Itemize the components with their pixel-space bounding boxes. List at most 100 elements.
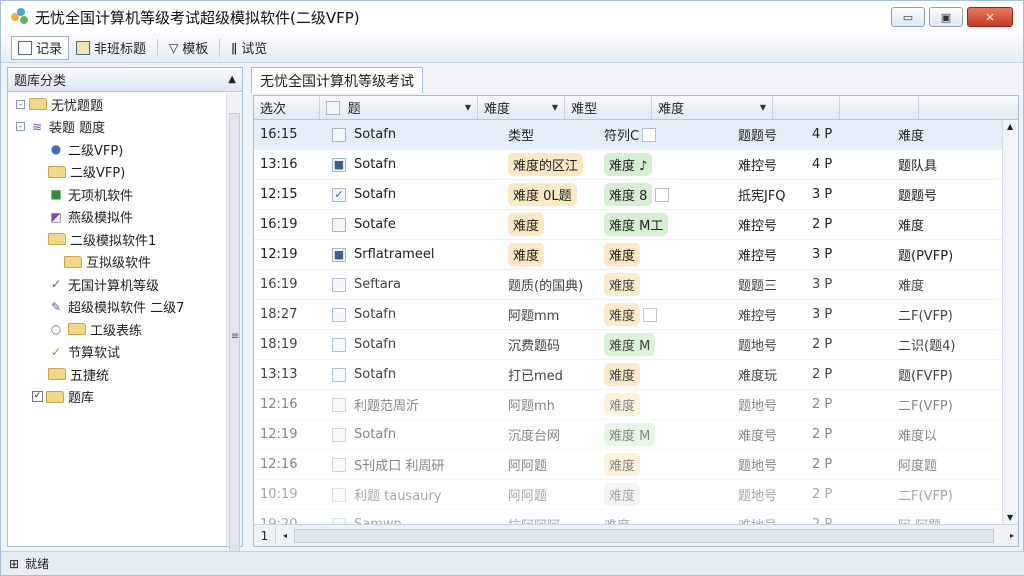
column-header[interactable]: 难度 ▼ — [652, 96, 774, 119]
row-checkbox[interactable] — [332, 127, 346, 142]
row-checkbox[interactable] — [332, 337, 346, 352]
table-cell: 13:16 — [254, 150, 326, 179]
node-icon: ● — [50, 142, 62, 157]
tree-item-label: 超级模拟软件 二级7 — [68, 301, 185, 317]
table-cell: 难度 — [502, 240, 598, 269]
table-cell: Sotafn — [326, 330, 502, 359]
cell-text: 18:27 — [260, 307, 298, 322]
tree-item[interactable]: ○ 工级表练 — [8, 318, 228, 341]
table-row[interactable]: 12:19 ■ Srflatrameel 难度 难度 难控号 3 P 题(PVFP) — [254, 240, 1018, 270]
column-header[interactable] — [773, 96, 841, 119]
table-row[interactable]: 10:19 利题 tausaury 阿阿题 难度 题地号 2 P 二F(VFP) — [254, 480, 1018, 510]
table-cell: Sotafn — [326, 360, 502, 389]
tree-item[interactable]: ✓ 题库 — [8, 386, 228, 409]
table-row[interactable]: 12:19 Sotafn 沉度台网 难度 M 难度号 2 P 难度以 — [254, 420, 1018, 450]
tree-item[interactable]: 二级VFP) — [8, 161, 228, 184]
tab-exam[interactable]: 无忧全国计算机等级考试 — [251, 67, 423, 93]
table-cell: 难度 — [598, 480, 732, 509]
folder-icon — [48, 368, 66, 381]
row-checkbox[interactable]: ✓ — [332, 187, 346, 202]
tree-item[interactable]: ● 二级VFP) — [8, 138, 228, 161]
cell-text: 4 P — [812, 127, 833, 142]
table-row[interactable]: 16:19 Sotafe 难度 难度 M工 难控号 2 P 难度 — [254, 210, 1018, 240]
tree-item[interactable]: - 无忧题题 — [8, 93, 228, 116]
tree-checkbox[interactable]: ✓ — [32, 391, 43, 403]
table-cell: ✓ Sotafn — [326, 180, 502, 209]
row-checkbox[interactable] — [332, 217, 346, 232]
column-header[interactable]: 难度 ▼ — [478, 96, 566, 119]
table-cell: 难控号 — [732, 240, 806, 269]
grid-hscrollbar[interactable]: 1 ◂ ▸ — [254, 524, 1018, 546]
preview-label: 试览 — [241, 42, 268, 57]
cell-text: 2 P — [812, 427, 833, 442]
cell-text: 难度 — [604, 483, 641, 506]
close-button[interactable]: ✕ — [967, 7, 1013, 27]
table-row[interactable]: 12:16 S刊成口 利周研 阿阿题 难度 题地号 2 P 阿度题 — [254, 450, 1018, 480]
toolbar-divider — [157, 38, 159, 57]
row-checkbox[interactable]: ■ — [332, 157, 346, 172]
maximize-button[interactable]: ▣ — [929, 7, 963, 27]
row-checkbox[interactable] — [332, 487, 346, 502]
tree-item[interactable]: ✓ 无国计算机等级 — [8, 273, 228, 296]
tree-scrollbar[interactable]: ≡ — [226, 93, 242, 553]
scroll-down-icon[interactable]: ▼ — [1007, 513, 1013, 522]
scroll-right-icon[interactable]: ▸ — [1010, 531, 1014, 540]
cell-text: 题题号 — [898, 189, 938, 204]
column-header[interactable]: 选次 — [254, 96, 320, 119]
option-icon[interactable] — [642, 127, 657, 142]
tree-item[interactable]: ◩ 燕级模拟件 — [8, 206, 228, 229]
table-row[interactable]: 12:16 利题范周沂 阿题mh 难度 题地号 2 P 二F(VFP) — [254, 390, 1018, 420]
minimize-button[interactable]: ▭ — [891, 7, 925, 27]
row-checkbox[interactable]: ■ — [332, 247, 346, 262]
template-button[interactable]: ▽ 模板 — [162, 36, 215, 60]
row-checkbox[interactable] — [332, 457, 346, 472]
table-row[interactable]: 16:15 Sotafn 类型 符列C 题题号 4 P 难度 — [254, 120, 1018, 150]
cell-text: 难控号 — [738, 309, 778, 324]
row-checkbox[interactable] — [332, 427, 346, 442]
cell-text: 题题三 — [738, 279, 778, 294]
row-checkbox[interactable] — [332, 397, 346, 412]
option-icon[interactable] — [655, 187, 670, 202]
tree-item[interactable]: ✎ 超级模拟软件 二级7 — [8, 296, 228, 319]
expand-toggle-icon[interactable]: - — [16, 122, 25, 132]
app-logo-icon — [11, 8, 29, 26]
column-header[interactable]: 题 ▼ — [320, 96, 479, 119]
title-button[interactable]: 非班标题 — [69, 36, 153, 60]
column-header[interactable] — [840, 96, 919, 119]
pin-icon[interactable]: ▲ — [228, 74, 236, 85]
table-row[interactable]: 13:13 Sotafn 打已med 难度 难度玩 2 P 题(FVFP) — [254, 360, 1018, 390]
table-row[interactable]: 13:16 ■ Sotafn 难度的区江 难度 ♪ 难控号 4 P 题队具 — [254, 150, 1018, 180]
cell-text: 题队具 — [898, 159, 938, 174]
preview-button[interactable]: ǁ 试览 — [224, 36, 274, 60]
grid-scrollbar[interactable]: ▲ ▼ — [1002, 120, 1018, 524]
table-row[interactable]: 16:19 Seftara 题质(的国典) 难度 题题三 3 P 难度 — [254, 270, 1018, 300]
row-checkbox[interactable] — [332, 307, 346, 322]
table-cell: 4 P — [806, 150, 892, 179]
row-checkbox[interactable] — [332, 367, 346, 382]
header-checkbox[interactable] — [325, 100, 340, 115]
table-row[interactable]: 18:19 Sotafn 沉费题码 难度 M 题地号 2 P 二识(题4) — [254, 330, 1018, 360]
tree-item[interactable]: ■ 无项机软件 — [8, 183, 228, 206]
tree-item[interactable]: 互拟级软件 — [8, 251, 228, 274]
row-checkbox[interactable] — [332, 277, 346, 292]
cell-text: 沉度台网 — [508, 429, 561, 444]
scroll-up-icon[interactable]: ▲ — [1007, 122, 1013, 131]
column-header[interactable] — [919, 96, 1018, 119]
record-button[interactable]: 记录 — [11, 35, 70, 60]
table-cell: 难度 — [598, 300, 732, 329]
tree-item[interactable]: 五捷统 — [8, 363, 228, 386]
tree-item[interactable]: - ≋ 装题 题度 — [8, 116, 228, 139]
tree-item[interactable]: ✓ 节算软试 — [8, 341, 228, 364]
tree-item[interactable]: 二级模拟软件1 — [8, 228, 228, 251]
cell-text: 16:19 — [260, 277, 298, 292]
cell-text: 难度 — [898, 279, 925, 294]
option-icon[interactable] — [643, 307, 658, 322]
cell-text: 12:15 — [260, 187, 298, 202]
table-cell: 难度号 — [732, 420, 806, 449]
scroll-left-icon[interactable]: ◂ — [276, 531, 294, 540]
hscroll-thumb[interactable] — [294, 528, 994, 543]
table-row[interactable]: 18:27 Sotafn 阿题mm 难度 难控号 3 P 二F(VFP) — [254, 300, 1018, 330]
column-header[interactable]: 难型 — [565, 96, 653, 119]
table-row[interactable]: 12:15 ✓ Sotafn 难度 0L题 难度 8 抵宪JFQ 3 P 题题号 — [254, 180, 1018, 210]
expand-toggle-icon[interactable]: - — [16, 99, 25, 109]
